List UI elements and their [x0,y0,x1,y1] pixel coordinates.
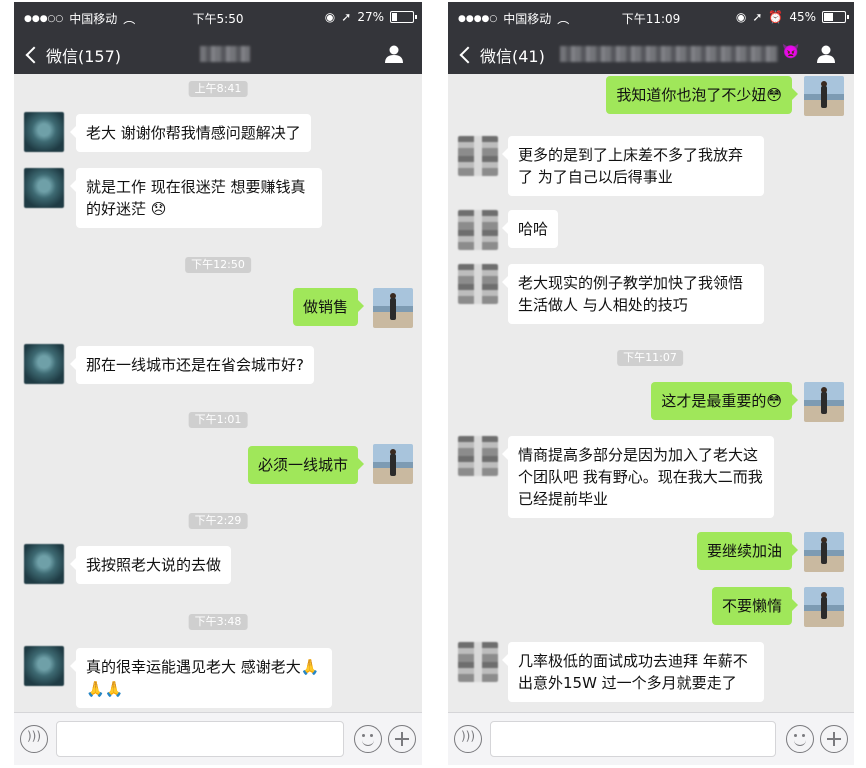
emoji-icon[interactable] [786,725,814,753]
message-list[interactable]: 上午8:41 老大 谢谢你帮我情感问题解决了 就是工作 现在很迷茫 想要赚钱真的… [14,74,422,713]
contact-avatar[interactable] [24,112,64,152]
message-bubble-outgoing[interactable]: 不要懒惰 [711,587,799,625]
chevron-left-icon [459,46,477,64]
back-label: 微信(157) [46,47,122,66]
my-avatar[interactable] [804,587,844,627]
battery-percent: 27% [357,10,384,24]
timestamp: 下午2:29 [188,513,248,529]
message-bubble-incoming[interactable]: 真的很幸运能遇见老大 感谢老大🙏🙏🙏 [70,648,332,708]
blurred-chat-title [200,46,250,62]
contact-avatar[interactable] [458,136,498,176]
back-label: 微信(41) [480,47,545,66]
back-button[interactable]: 微信(41) [458,43,545,67]
battery-percent: 45% [789,10,816,24]
chevron-left-icon [25,46,43,64]
battery-icon [822,11,849,23]
rotation-lock-icon: ◉ [324,10,336,24]
message-input[interactable] [56,721,344,757]
message-bubble-incoming[interactable]: 更多的是到了上床差不多了我放弃了 为了自己以后得事业 [502,136,764,196]
location-icon: ➚ [752,10,763,24]
blurred-chat-title [560,46,778,62]
timestamp: 下午11:07 [617,350,683,366]
timestamp: 下午1:01 [188,412,248,428]
timestamp: 下午12:50 [185,257,251,273]
message-bubble-incoming[interactable]: 就是工作 现在很迷茫 想要赚钱真的好迷茫 😞 [70,168,322,228]
voice-icon[interactable]: ))) [454,725,482,753]
message-bubble-incoming[interactable]: 我按照老大说的去做 [69,546,232,584]
left-chat-screen: ●●●○○ 中国移动 ︵ 下午5:50 ◉ ➚ 27% 微信(157) 上午8:… [14,2,422,765]
message-input[interactable] [490,721,776,757]
timestamp: 上午8:41 [188,81,248,97]
emoji-icon[interactable] [354,725,382,753]
message-bubble-outgoing[interactable]: 这才是最重要的😳 [651,382,798,420]
message-bubble-incoming[interactable]: 哈哈 [501,210,559,248]
status-bar: ●●●●○ 中国移动 ︵ 下午11:09 ◉ ➚ ⏰ 45% [448,2,854,34]
contact-avatar[interactable] [458,436,498,476]
right-chat-screen: ●●●●○ 中国移动 ︵ 下午11:09 ◉ ➚ ⏰ 45% 微信(41) 👿 … [448,2,854,765]
message-bubble-incoming[interactable]: 老大 谢谢你帮我情感问题解决了 [70,114,311,152]
message-bubble-incoming[interactable]: 情商提高多部分是因为加入了老大这个团队吧 我有野心。现在我大二而我已经提前毕业 [502,436,774,518]
back-button[interactable]: 微信(157) [24,43,121,67]
contact-avatar[interactable] [24,646,64,686]
input-bar: ))) [14,712,422,765]
contact-avatar[interactable] [24,544,64,584]
message-bubble-outgoing[interactable]: 要继续加油 [696,532,799,570]
nav-bar: 微信(41) 👿 [448,34,854,74]
contact-avatar[interactable] [24,168,64,208]
alarm-icon: ⏰ [768,10,784,24]
message-bubble-incoming[interactable]: 那在一线城市还是在省会城市好? [70,346,314,384]
battery-icon [390,11,417,23]
message-bubble-outgoing[interactable]: 做销售 [292,288,365,326]
my-avatar[interactable] [373,288,413,328]
timestamp: 下午3:48 [188,614,248,630]
contact-info-icon[interactable] [816,44,836,64]
my-avatar[interactable] [373,444,413,484]
contact-avatar[interactable] [458,264,498,304]
my-avatar[interactable] [804,76,844,116]
message-list[interactable]: 我知道你也泡了不少妞😳 更多的是到了上床差不多了我放弃了 为了自己以后得事业 哈… [448,74,854,713]
my-avatar[interactable] [804,382,844,422]
devil-emoji-icon: 👿 [782,44,800,60]
message-bubble-incoming[interactable]: 老大现实的例子教学加快了我领悟生活做人 与人相处的技巧 [502,264,764,324]
voice-icon[interactable]: ))) [20,725,48,753]
status-bar: ●●●○○ 中国移动 ︵ 下午5:50 ◉ ➚ 27% [14,2,422,34]
input-bar: ))) [448,712,854,765]
rotation-lock-icon: ◉ [735,10,747,24]
contact-info-icon[interactable] [384,44,404,64]
nav-bar: 微信(157) [14,34,422,74]
contact-avatar[interactable] [458,642,498,682]
contact-avatar[interactable] [458,210,498,250]
my-avatar[interactable] [804,532,844,572]
location-icon: ➚ [341,10,352,24]
plus-icon[interactable] [388,725,416,753]
message-bubble-incoming[interactable]: 几率极低的面试成功去迪拜 年薪不出意外15W 过一个多月就要走了 [502,642,764,702]
plus-icon[interactable] [820,725,848,753]
message-bubble-outgoing[interactable]: 我知道你也泡了不少妞😳 [606,76,798,114]
message-bubble-outgoing[interactable]: 必须一线城市 [247,446,365,484]
contact-avatar[interactable] [24,344,64,384]
